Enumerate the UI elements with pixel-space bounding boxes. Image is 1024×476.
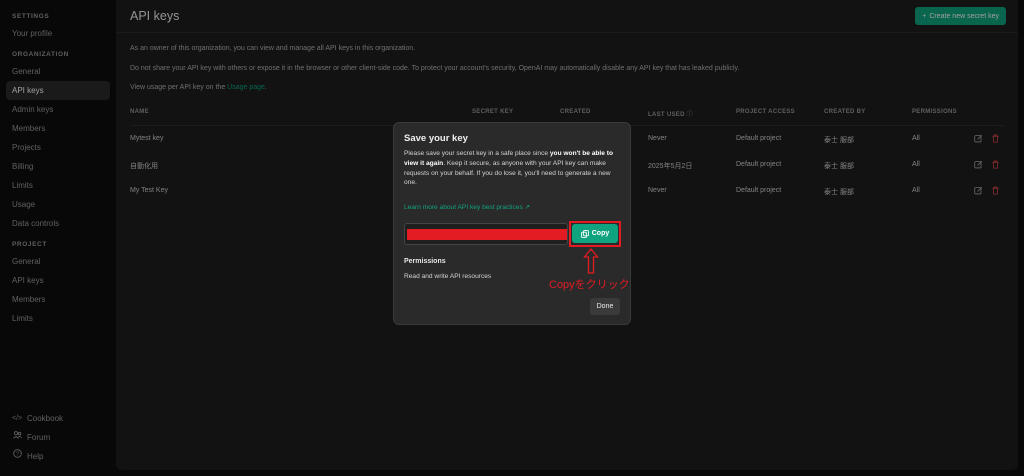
modal-title: Save your key	[404, 133, 468, 144]
permissions-title: Permissions	[404, 258, 446, 265]
best-practices-label: Learn more about API key best practices	[404, 204, 523, 211]
copy-label: Copy	[591, 230, 610, 237]
up-arrow-icon	[583, 248, 599, 274]
annotation-label: Copyをクリック	[549, 279, 630, 291]
redaction-bar	[407, 229, 567, 240]
copy-icon	[580, 229, 589, 238]
done-button[interactable]: Done	[590, 298, 620, 315]
best-practices-link[interactable]: Learn more about API key best practices …	[404, 203, 530, 211]
external-link-icon: ↗	[524, 204, 531, 211]
secret-key-field[interactable]	[404, 223, 568, 245]
modal-description: Please save your secret key in a safe pl…	[404, 149, 622, 188]
permissions-value: Read and write API resources	[404, 273, 492, 280]
copy-button[interactable]: Copy	[572, 224, 618, 243]
modal-desc-part1: Please save your secret key in a safe pl…	[404, 150, 550, 157]
